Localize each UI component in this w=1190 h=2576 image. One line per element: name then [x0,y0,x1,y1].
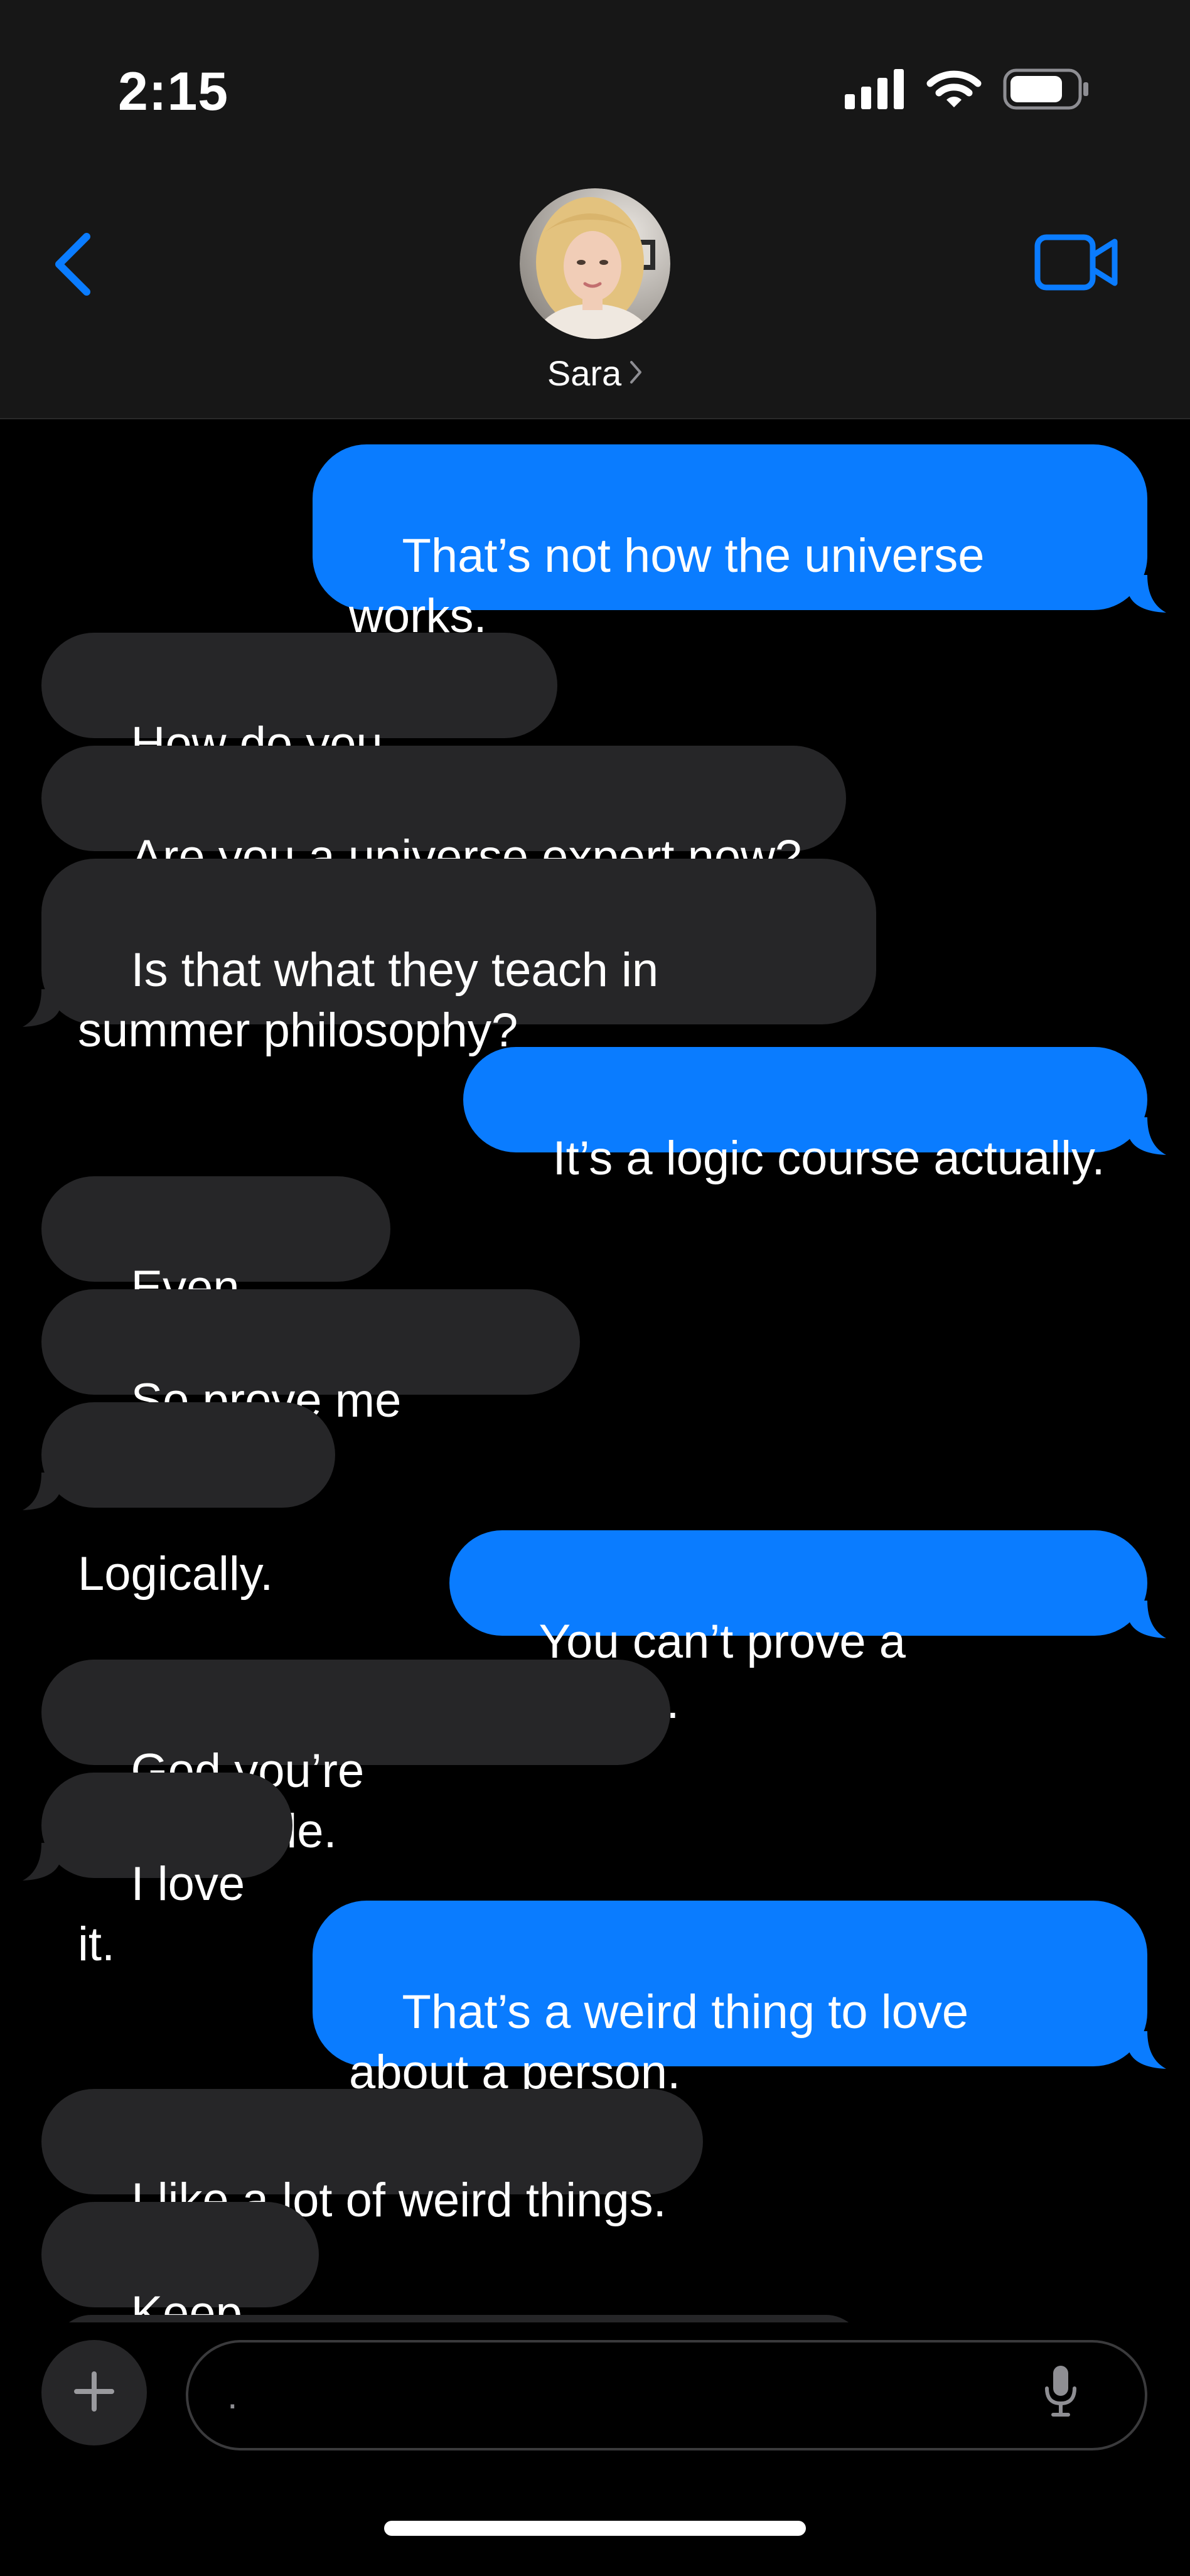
message-bubble-sent[interactable]: You can’t prove a negative. [449,1530,1166,1729]
message-bubble-received[interactable]: Logically. [23,1402,335,1601]
message-list[interactable]: That’s not how the universe works. How d… [0,419,1190,2322]
add-attachment-button[interactable] [41,2340,147,2445]
bubble-tail [1128,575,1166,613]
plus-icon [74,2371,114,2415]
message-bubble-received[interactable]: So prove me wrong. [41,1289,580,1488]
message-input[interactable] [226,2373,1019,2418]
bubble-tail [1128,2031,1166,2069]
message-text: Is that what they teach in summer philos… [78,943,659,1057]
dictation-button[interactable] [1029,2343,1092,2448]
microphone-icon [1043,2364,1078,2426]
cellular-signal-icon [845,68,905,112]
compose-bar [0,2322,1190,2576]
video-call-button[interactable] [1033,232,1121,295]
message-text: That’s not how the universe works. [349,529,985,643]
chevron-right-icon [629,360,643,388]
battery-icon [1003,68,1090,113]
back-button[interactable] [45,231,102,300]
bubble-tail [23,1843,60,1881]
home-indicator[interactable] [384,2521,806,2536]
message-bubble-received[interactable]: Is that what they teach in summer philos… [23,859,876,1057]
message-text: That’s a weird thing to love about a per… [349,1985,969,2099]
message-text: I love it. [78,1857,259,1971]
message-bubble-received[interactable]: How do you know? [41,633,557,831]
message-bubble-received[interactable]: Even better. [41,1176,390,1375]
contact-name-button[interactable]: Sara [0,352,1190,395]
bubble-tail [23,989,60,1027]
message-bubble-sent[interactable]: It’s a logic course actually. [463,1047,1166,1185]
video-camera-icon [1034,234,1120,294]
message-bubble-sent[interactable]: That’s not how the universe works. [313,444,1166,643]
status-time: 2:15 [118,62,229,122]
message-bubble-received[interactable]: Keep up. [41,2202,319,2322]
bubble-tail [1128,1601,1166,1638]
contact-avatar[interactable] [520,188,670,339]
message-input-field[interactable] [186,2340,1147,2450]
chevron-left-icon [51,232,95,300]
message-bubble-partial [54,2315,864,2322]
conversation-header: 2:15 Sara [0,0,1190,419]
message-bubble-received[interactable]: I like a lot of weird things. [41,2089,703,2227]
message-bubble-received[interactable]: Are you a universe expert now? [41,746,846,884]
bubble-tail [23,1473,60,1510]
wifi-icon [926,68,982,113]
message-bubble-received[interactable]: I love it. [23,1773,292,1971]
message-bubble-sent[interactable]: That’s a weird thing to love about a per… [313,1901,1166,2099]
message-text: It’s a logic course actually. [552,1132,1105,1185]
status-icons [845,65,1090,115]
message-bubble-received[interactable]: God you’re insufferable. [41,1660,670,1858]
contact-name: Sara [547,353,622,393]
bubble-tail [1128,1117,1166,1155]
message-text: Logically. [78,1547,274,1601]
